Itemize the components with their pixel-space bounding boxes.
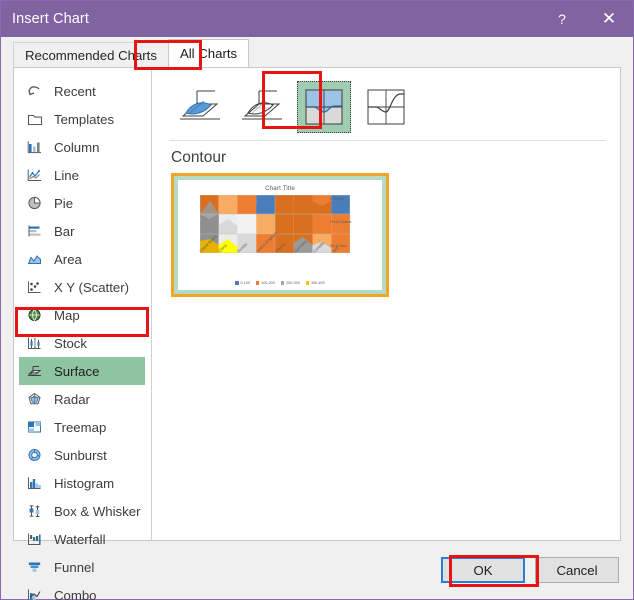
sidebar-item-box-whisker[interactable]: Box & Whisker (14, 497, 151, 525)
insert-chart-dialog: Insert Chart ? ✕ Recommended Charts All … (0, 0, 634, 600)
column-icon (24, 138, 46, 156)
title-bar: Insert Chart ? ✕ (1, 1, 633, 37)
legend-item: 300-400 (305, 281, 325, 285)
legend-label: 0-100 (240, 281, 250, 285)
sidebar-item-label: X Y (Scatter) (54, 279, 130, 295)
sidebar-item-label: Pie (54, 195, 74, 211)
line-icon (24, 166, 46, 184)
series-label: Clothing (330, 196, 345, 201)
sidebar-item-treemap[interactable]: Treemap (14, 413, 151, 441)
cancel-button[interactable]: Cancel (535, 557, 619, 583)
legend-swatch (255, 281, 260, 285)
legend-label: 100-200 (260, 281, 275, 285)
sidebar-item-area[interactable]: Area (14, 245, 151, 273)
sidebar-item-bar[interactable]: Bar (14, 217, 151, 245)
close-icon[interactable]: ✕ (585, 1, 633, 37)
sidebar-item-label: Box & Whisker (54, 503, 141, 519)
templates-icon (24, 110, 46, 128)
recent-icon (24, 82, 46, 100)
tab-strip: Recommended Charts All Charts (1, 37, 633, 70)
sidebar-item-label: Area (54, 251, 82, 267)
pie-icon (24, 194, 46, 212)
legend-label: 200-300 (285, 281, 300, 285)
chart-legend: 0-100 100-200 200-300 300-400 (178, 281, 382, 285)
contour-chart-preview: Chart Title United States China Russia U… (178, 180, 382, 290)
sidebar-item-column[interactable]: Column (14, 133, 151, 161)
chart-preview-frame[interactable]: Chart Title United States China Russia U… (174, 176, 386, 294)
help-icon[interactable]: ? (539, 1, 585, 37)
sidebar-item-label: Map (54, 307, 80, 323)
legend-swatch (305, 281, 310, 285)
chart-preview-pane: Contour Chart Title United States China … (152, 68, 620, 540)
sidebar-item-label: Radar (54, 391, 90, 407)
sidebar-item-templates[interactable]: Templates (14, 105, 151, 133)
sidebar-item-label: Line (54, 167, 79, 183)
legend-item: 200-300 (280, 281, 300, 285)
sidebar-item-recent[interactable]: Recent (14, 77, 151, 105)
dialog-footer: OK Cancel (1, 541, 633, 599)
treemap-icon (24, 418, 46, 436)
wireframe-3d-surface-thumbnail[interactable] (235, 81, 289, 133)
contour-thumbnail[interactable] (297, 81, 351, 133)
annotation-box-preview: Chart Title United States China Russia U… (171, 173, 389, 297)
sidebar-item-scatter[interactable]: X Y (Scatter) (14, 273, 151, 301)
legend-item: 100-200 (255, 281, 275, 285)
series-label: Food Grains (330, 219, 352, 224)
legend-swatch (280, 281, 285, 285)
tab-all-charts[interactable]: All Charts (167, 39, 250, 67)
histogram-icon (24, 474, 46, 492)
chart-title: Chart Title (265, 185, 295, 192)
scatter-icon (24, 278, 46, 296)
bar-icon (24, 222, 46, 240)
sidebar-item-line[interactable]: Line (14, 161, 151, 189)
sidebar-item-map[interactable]: Map (14, 301, 151, 329)
wireframe-contour-thumbnail[interactable] (359, 81, 413, 133)
legend-swatch (235, 281, 239, 285)
sidebar-item-label: Surface (54, 363, 100, 379)
sidebar-item-label: Sunburst (54, 447, 107, 463)
sidebar-item-pie[interactable]: Pie (14, 189, 151, 217)
sidebar-item-surface[interactable]: Surface (19, 357, 145, 385)
sidebar-item-label: Bar (54, 223, 75, 239)
sidebar-item-label: Recent (54, 83, 96, 99)
chart-subtype-thumbnails (169, 71, 606, 136)
sidebar-item-sunburst[interactable]: Sunburst (14, 441, 151, 469)
dialog-body: Recent Templates Column Line Pie Bar Are… (13, 67, 621, 600)
chart-type-sidebar: Recent Templates Column Line Pie Bar Are… (14, 68, 152, 600)
legend-item: 0-100 (235, 281, 250, 285)
sidebar-item-label: Stock (54, 335, 87, 351)
radar-icon (24, 390, 46, 408)
preview-heading: Contour (171, 149, 227, 166)
map-icon (24, 306, 46, 324)
sidebar-item-histogram[interactable]: Histogram (14, 469, 151, 497)
area-icon (24, 250, 46, 268)
sunburst-icon (24, 446, 46, 464)
tab-recommended-charts[interactable]: Recommended Charts (13, 42, 169, 67)
sidebar-item-label: Column (54, 139, 100, 155)
legend-label: 300-400 (310, 281, 325, 285)
thumbnail-divider (169, 140, 606, 141)
stock-icon (24, 334, 46, 352)
surface-icon (24, 362, 46, 380)
boxwhisker-icon (24, 502, 46, 520)
3d-surface-thumbnail[interactable] (173, 81, 227, 133)
sidebar-item-label: Histogram (54, 475, 115, 491)
sidebar-item-label: Treemap (54, 419, 107, 435)
ok-button[interactable]: OK (441, 557, 525, 583)
sidebar-item-radar[interactable]: Radar (14, 385, 151, 413)
series-label: Oil & Gas (330, 243, 347, 248)
sidebar-item-stock[interactable]: Stock (14, 329, 151, 357)
series-axis-labels: Clothing Food Grains Oil & Gas (330, 196, 382, 254)
page-title: Insert Chart (12, 11, 89, 27)
sidebar-item-label: Templates (54, 111, 115, 127)
